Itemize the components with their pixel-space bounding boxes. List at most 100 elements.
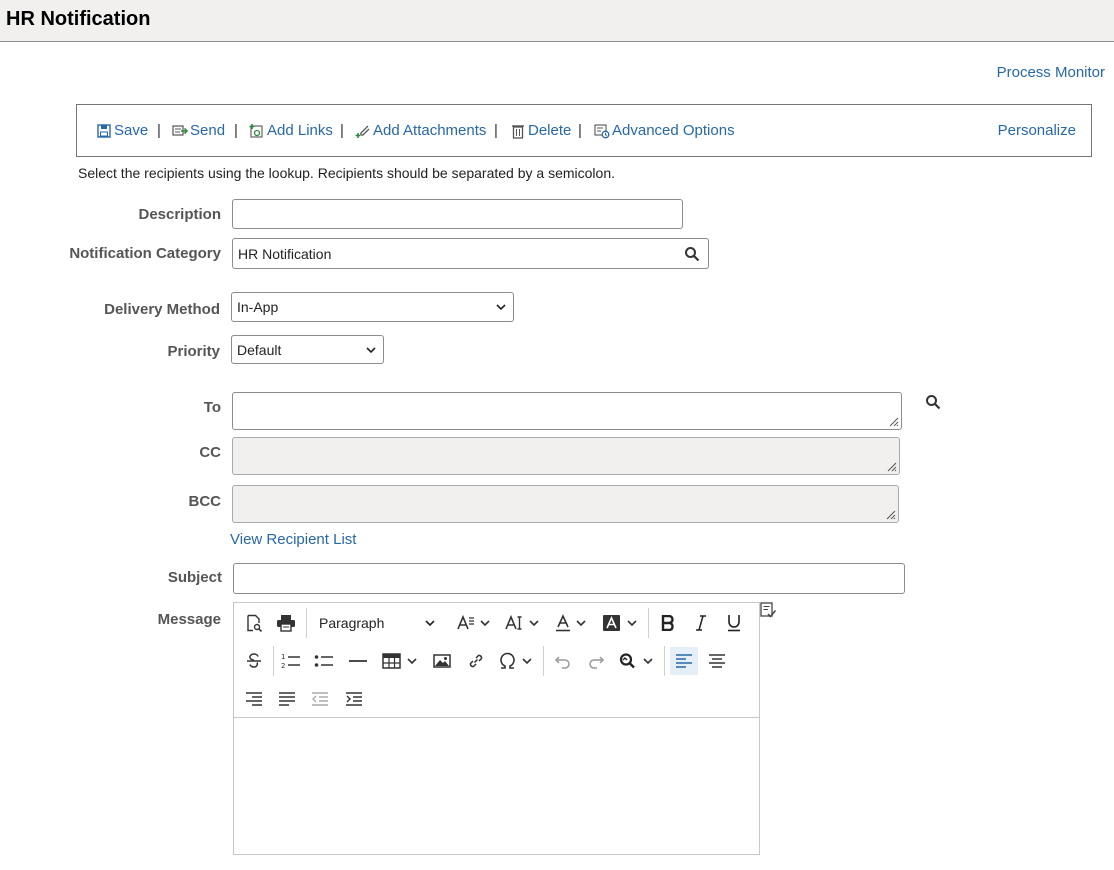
bold-button[interactable] bbox=[654, 609, 682, 637]
advanced-options-button[interactable]: Advanced Options bbox=[594, 122, 735, 139]
font-size-button[interactable] bbox=[502, 609, 544, 637]
to-input[interactable] bbox=[232, 392, 902, 430]
align-left-button[interactable] bbox=[670, 647, 698, 675]
indent-button[interactable] bbox=[340, 685, 368, 713]
svg-text:2: 2 bbox=[281, 662, 285, 670]
notification-category-value: HR Notification bbox=[238, 245, 332, 262]
process-monitor-link[interactable]: Process Monitor bbox=[997, 64, 1105, 81]
toolbar-separator: | bbox=[340, 122, 344, 139]
subject-input[interactable] bbox=[233, 563, 905, 594]
send-label: Send bbox=[190, 122, 226, 139]
delete-label: Delete bbox=[528, 122, 572, 139]
message-label: Message bbox=[157, 611, 221, 628]
add-links-label: Add Links bbox=[267, 122, 333, 139]
align-center-icon bbox=[709, 654, 725, 668]
redo-button[interactable] bbox=[582, 647, 610, 675]
background-color-icon bbox=[603, 615, 637, 631]
italic-icon bbox=[696, 615, 706, 631]
format-block-value: Paragraph bbox=[319, 615, 385, 631]
special-character-button[interactable] bbox=[496, 647, 538, 675]
editor-toolbar: Paragraph 12 bbox=[234, 603, 759, 718]
advanced-options-label: Advanced Options bbox=[612, 122, 735, 139]
strikethrough-icon bbox=[247, 653, 261, 668]
delivery-method-value: In-App bbox=[237, 299, 279, 315]
add-attachments-label: Add Attachments bbox=[373, 122, 487, 139]
description-label: Description bbox=[138, 206, 221, 223]
italic-button[interactable] bbox=[687, 609, 715, 637]
message-body[interactable] bbox=[234, 719, 759, 854]
find-replace-button[interactable] bbox=[616, 647, 658, 675]
recipient-lookup-search-icon[interactable] bbox=[925, 394, 941, 410]
instructions-text: Select the recipients using the lookup. … bbox=[78, 165, 615, 181]
page-title: HR Notification bbox=[6, 8, 151, 30]
description-input[interactable] bbox=[232, 199, 683, 229]
format-block-select[interactable]: Paragraph bbox=[314, 609, 441, 637]
spell-check-icon[interactable] bbox=[759, 601, 777, 619]
align-right-icon bbox=[246, 692, 262, 706]
undo-icon bbox=[554, 656, 570, 669]
text-color-icon bbox=[556, 614, 586, 632]
subject-label: Subject bbox=[167, 569, 222, 586]
underline-icon bbox=[728, 615, 740, 632]
insert-link-button[interactable] bbox=[462, 647, 490, 675]
outdent-icon bbox=[312, 692, 328, 706]
preview-button[interactable] bbox=[240, 609, 268, 637]
redo-icon bbox=[589, 656, 605, 669]
cc-label: CC bbox=[199, 444, 221, 461]
save-button[interactable]: Save bbox=[96, 122, 148, 139]
insert-image-button[interactable] bbox=[428, 647, 456, 675]
delivery-method-select[interactable]: In-App bbox=[231, 292, 514, 322]
bcc-label: BCC bbox=[188, 493, 222, 510]
message-editor: Paragraph 12 bbox=[233, 602, 760, 855]
horizontal-line-button[interactable] bbox=[344, 647, 372, 675]
resize-grip-icon[interactable] bbox=[887, 415, 899, 427]
underline-button[interactable] bbox=[720, 609, 748, 637]
justify-icon bbox=[279, 692, 295, 706]
text-color-button[interactable] bbox=[552, 609, 592, 637]
print-icon bbox=[277, 615, 295, 632]
find-replace-icon bbox=[619, 653, 653, 669]
justify-button[interactable] bbox=[273, 685, 301, 713]
undo-button[interactable] bbox=[549, 647, 577, 675]
view-recipient-list-link[interactable]: View Recipient List bbox=[230, 531, 356, 548]
bulleted-list-button[interactable] bbox=[310, 647, 338, 675]
table-icon bbox=[382, 653, 417, 669]
priority-label: Priority bbox=[167, 343, 220, 360]
send-button[interactable]: Send bbox=[172, 122, 225, 139]
to-label: To bbox=[203, 399, 221, 416]
font-family-button[interactable] bbox=[454, 609, 494, 637]
action-toolbar: Save | Send | Add Links | Add Attachment… bbox=[76, 104, 1092, 157]
strikethrough-button[interactable] bbox=[240, 647, 268, 675]
bulleted-list-icon bbox=[314, 655, 333, 667]
trash-icon bbox=[512, 124, 524, 139]
toolbar-separator: | bbox=[578, 122, 582, 139]
personalize-link[interactable]: Personalize bbox=[998, 122, 1076, 139]
table-button[interactable] bbox=[380, 647, 422, 675]
align-center-button[interactable] bbox=[703, 647, 731, 675]
align-right-button[interactable] bbox=[240, 685, 268, 713]
add-links-icon bbox=[249, 123, 263, 138]
send-icon bbox=[172, 124, 188, 136]
indent-icon bbox=[346, 692, 362, 706]
background-color-button[interactable] bbox=[600, 609, 642, 637]
preview-icon bbox=[247, 614, 263, 632]
add-attachments-button[interactable]: Add Attachments bbox=[355, 122, 486, 139]
chevron-down-icon bbox=[425, 620, 435, 627]
font-family-icon bbox=[457, 614, 490, 630]
notification-category-label: Notification Category bbox=[69, 245, 221, 262]
add-links-button[interactable]: Add Links bbox=[249, 122, 333, 139]
toolbar-divider bbox=[664, 646, 665, 676]
notification-category-input[interactable]: HR Notification bbox=[232, 238, 709, 269]
delete-button[interactable]: Delete bbox=[510, 122, 571, 139]
priority-select[interactable]: Default bbox=[231, 335, 384, 364]
print-button[interactable] bbox=[272, 609, 300, 637]
bold-icon bbox=[661, 615, 674, 631]
align-left-icon bbox=[676, 654, 692, 668]
chevron-down-icon bbox=[496, 304, 506, 311]
numbered-list-icon: 12 bbox=[281, 653, 300, 670]
outdent-button[interactable] bbox=[306, 685, 334, 713]
advanced-options-icon bbox=[594, 123, 610, 138]
search-icon[interactable] bbox=[684, 246, 700, 262]
numbered-list-button[interactable]: 12 bbox=[277, 647, 305, 675]
font-size-icon bbox=[505, 614, 539, 630]
